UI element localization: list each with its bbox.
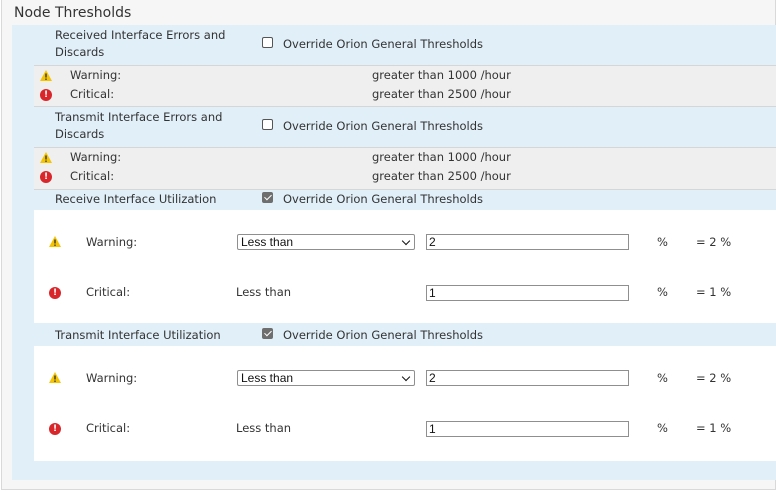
percent-unit: % (657, 421, 668, 435)
percent-unit: % (657, 285, 668, 299)
received-errors-label: Received Interface Errors and Discards (55, 28, 226, 59)
receive-util-critical-input[interactable]: 1 (426, 285, 629, 301)
transmit-errors-label: Transmit Interface Errors and Discards (55, 110, 223, 141)
critical-icon: ! (40, 89, 52, 101)
transmit-util-warning-summary: = 2 % (696, 371, 732, 385)
critical-icon: ! (40, 171, 52, 183)
received-errors-warning-value: greater than 1000 /hour (372, 68, 511, 82)
transmit-util-settings: Warning: Less than 2 % = 2 % ! Critical:… (34, 346, 776, 461)
critical-label: Critical: (70, 169, 115, 183)
section-title: Node Thresholds (14, 5, 132, 21)
critical-icon: ! (49, 423, 61, 435)
warning-icon (49, 236, 61, 247)
transmit-util-warning-input[interactable]: 2 (426, 370, 629, 386)
percent-unit: % (657, 235, 668, 249)
received-errors-override-checkbox[interactable] (262, 37, 273, 48)
receive-util-warning-summary: = 2 % (696, 235, 732, 249)
transmit-util-override-checkbox[interactable] (262, 328, 273, 339)
transmit-util-critical-input[interactable]: 1 (426, 421, 629, 437)
transmit-errors-values: Warning: greater than 1000 /hour ! Criti… (34, 147, 776, 190)
thresholds-area: Received Interface Errors and Discards O… (12, 25, 776, 480)
chevron-down-icon (401, 372, 411, 382)
warning-icon (49, 372, 61, 383)
transmit-util-override-label[interactable]: Override Orion General Thresholds (283, 327, 483, 344)
critical-label: Critical: (86, 421, 131, 435)
chevron-down-icon (401, 236, 411, 246)
critical-icon: ! (49, 287, 61, 299)
warning-label: Warning: (86, 371, 138, 385)
transmit-errors-warning-value: greater than 1000 /hour (372, 150, 511, 164)
critical-label: Critical: (70, 87, 115, 101)
warning-icon (40, 70, 52, 81)
receive-util-override-label[interactable]: Override Orion General Thresholds (283, 191, 483, 208)
transmit-errors-override-label[interactable]: Override Orion General Thresholds (283, 118, 483, 135)
warning-label: Warning: (70, 68, 122, 82)
receive-util-warning-operator-select[interactable]: Less than (237, 234, 415, 250)
percent-unit: % (657, 371, 668, 385)
receive-util-critical-operator: Less than (236, 285, 292, 299)
warning-label: Warning: (86, 235, 138, 249)
warning-label: Warning: (70, 150, 122, 164)
transmit-errors-override-checkbox[interactable] (262, 119, 273, 130)
transmit-util-critical-operator: Less than (236, 421, 292, 435)
receive-util-label: Receive Interface Utilization (55, 192, 217, 206)
transmit-util-critical-summary: = 1 % (696, 421, 732, 435)
transmit-errors-critical-value: greater than 2500 /hour (372, 169, 511, 183)
transmit-util-warning-operator-select[interactable]: Less than (237, 370, 415, 386)
critical-label: Critical: (86, 285, 131, 299)
receive-util-critical-summary: = 1 % (696, 285, 732, 299)
received-errors-override-label[interactable]: Override Orion General Thresholds (283, 36, 483, 53)
receive-util-override-checkbox[interactable] (262, 192, 273, 203)
transmit-util-label: Transmit Interface Utilization (55, 328, 221, 342)
warning-icon (40, 152, 52, 163)
receive-util-settings: Warning: Less than 2 % = 2 % ! Critical:… (34, 210, 776, 323)
received-errors-critical-value: greater than 2500 /hour (372, 87, 511, 101)
received-errors-values: Warning: greater than 1000 /hour ! Criti… (34, 65, 776, 107)
receive-util-warning-input[interactable]: 2 (426, 234, 629, 250)
node-thresholds-panel: Node Thresholds Received Interface Error… (1, 0, 776, 490)
